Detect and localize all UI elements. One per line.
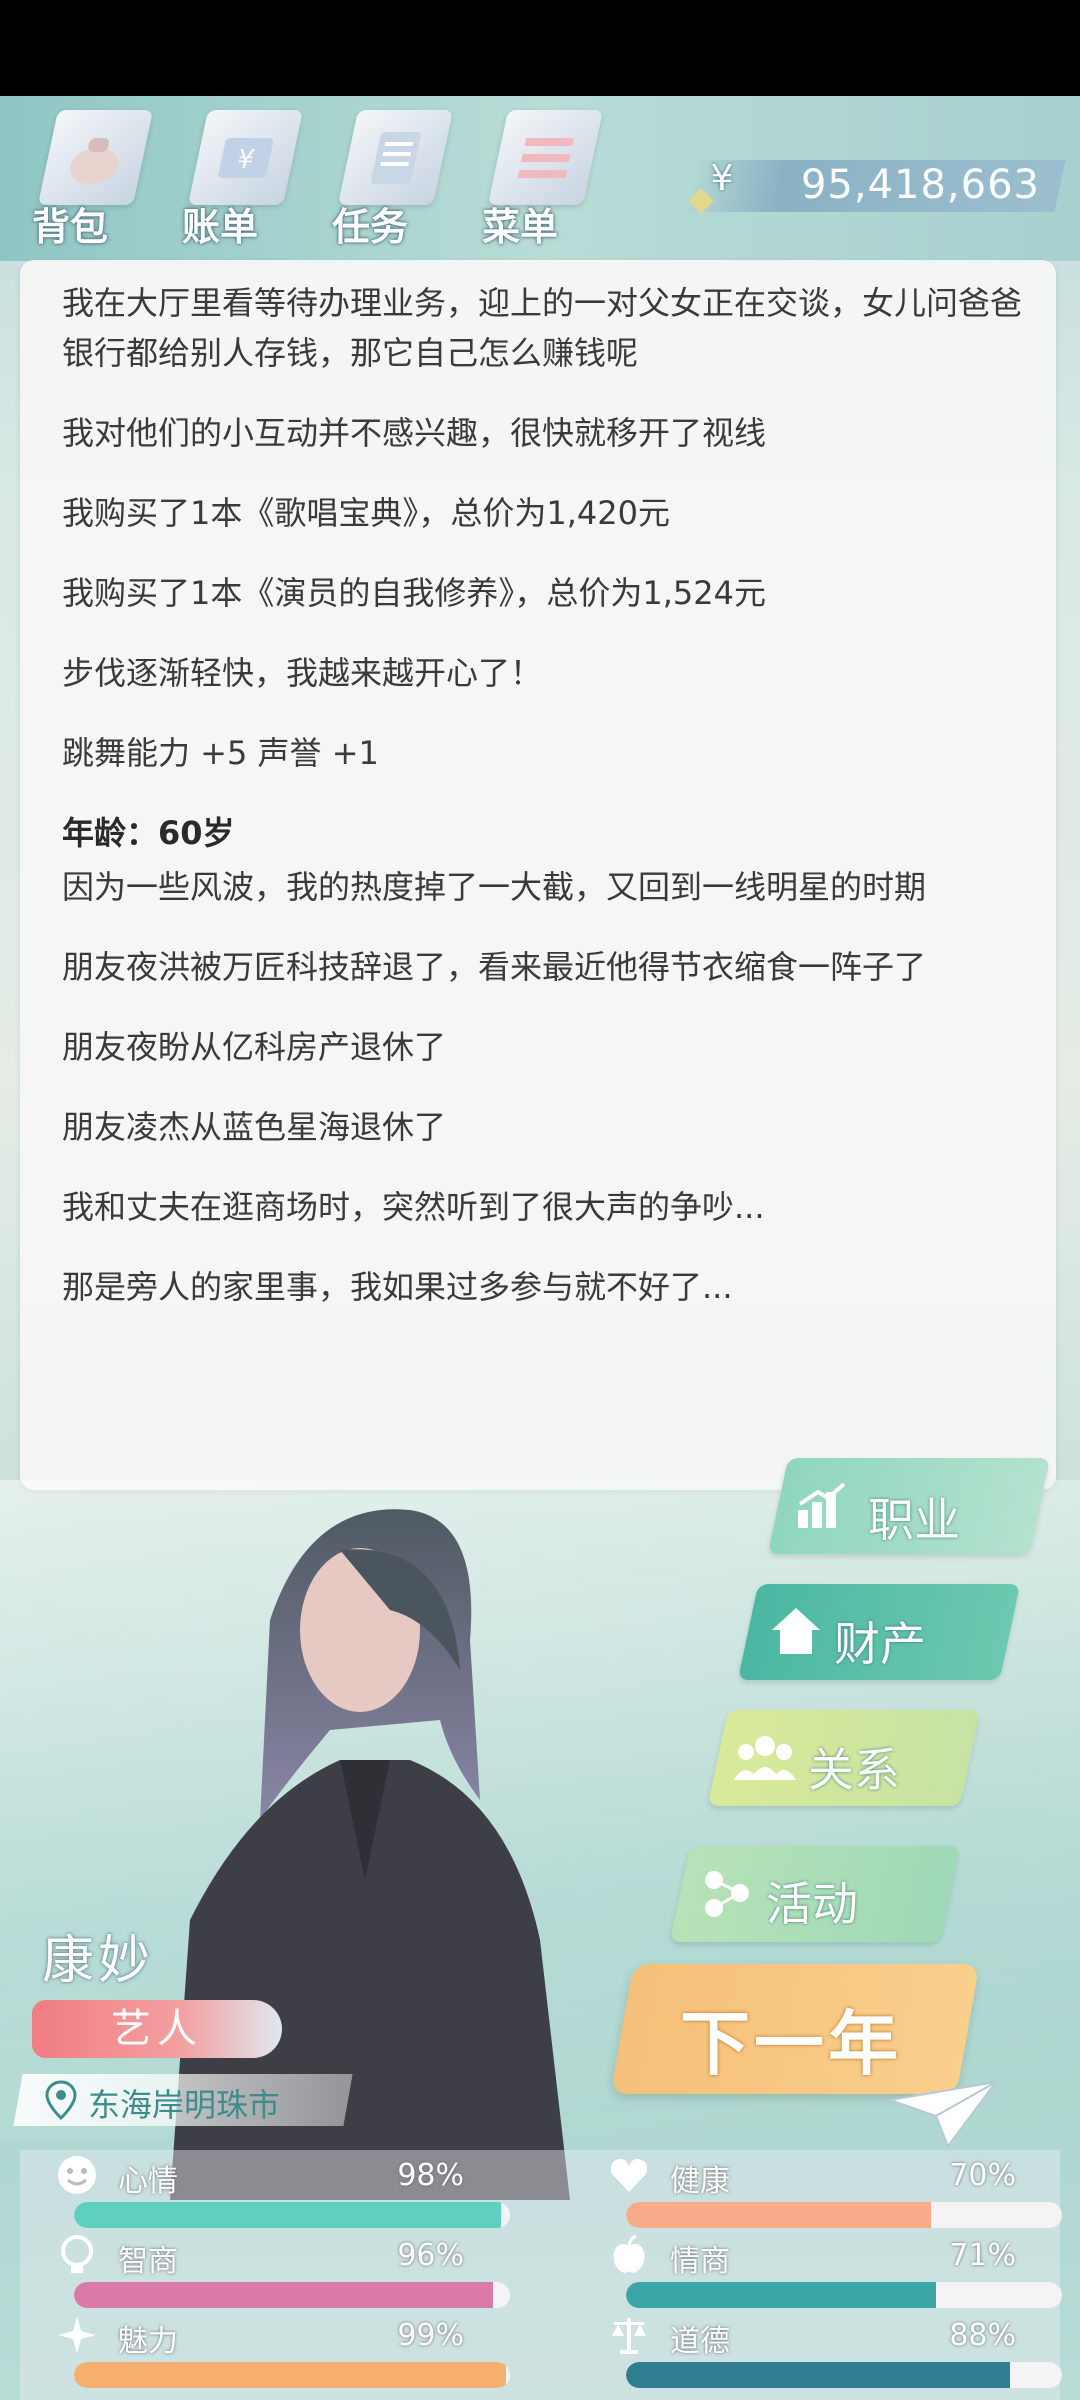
nav-task-label: 任务 (332, 205, 409, 249)
stat-morality-label: 道德 (670, 2324, 730, 2359)
log-entry: 朋友夜洪被万匠科技辞退了，看来最近他得节衣缩食一阵子了 (62, 948, 927, 986)
log-entry: 因为一些风波，我的热度掉了一大截，又回到一线明星的时期 (62, 868, 927, 906)
next-year-label: 下一年 (680, 2003, 902, 2085)
stat-eq-bar (626, 2282, 1062, 2308)
sparkle-icon (58, 2316, 96, 2354)
log-entry: 那是旁人的家里事，我如果过多参与就不好了... (62, 1268, 733, 1306)
location-pin-icon (44, 2080, 78, 2124)
stat-morality-fill (626, 2362, 1010, 2388)
stat-eq-fill (626, 2282, 936, 2308)
life-log-list: 我在大厅里看等待办理业务，迎上的一对父女正在交谈，女儿问爸爸银行都给别人存钱，那… (62, 284, 1022, 1342)
heart-icon (610, 2158, 648, 2192)
stat-morality-value: 88% (949, 2318, 1016, 2353)
life-log-panel[interactable]: 我在大厅里看等待办理业务，迎上的一对父女正在交谈，女儿问爸爸银行都给别人存钱，那… (20, 260, 1056, 1490)
bill-icon: ¥ (187, 110, 304, 205)
stat-health-label: 健康 (670, 2164, 730, 2199)
age-heading: 年龄：60岁 (62, 814, 235, 852)
house-icon (768, 1604, 824, 1662)
nav-bill-label: 账单 (182, 205, 259, 249)
career-label: 职业 (868, 1493, 960, 1547)
stat-iq-value: 96% (397, 2238, 464, 2273)
status-bar (0, 0, 1080, 96)
stat-mood-fill (74, 2202, 502, 2228)
stat-charm: 魅力 99% (38, 2314, 510, 2388)
people-icon (734, 1732, 796, 1786)
career-chart-icon (796, 1480, 848, 1534)
stat-charm-fill (74, 2362, 506, 2388)
stat-health-bar (626, 2202, 1062, 2228)
scale-icon (612, 2318, 646, 2354)
location-label: 东海岸明珠市 (88, 2086, 281, 2124)
log-entry: 我购买了1本《演员的自我修养》，总价为1,524元 (62, 574, 766, 612)
bulb-icon (61, 2235, 93, 2273)
nav-menu-label: 菜单 (482, 205, 559, 249)
stat-charm-bar (74, 2362, 510, 2388)
log-entry: 跳舞能力 +5 声誉 +1 (62, 734, 379, 772)
nav-bill-button[interactable]: ¥ 账单 (170, 100, 320, 250)
nav-bag-label: 背包 (32, 205, 109, 249)
yen-icon: ¥ (710, 158, 734, 199)
activity-label: 活动 (766, 1877, 858, 1931)
stat-iq-fill (74, 2282, 493, 2308)
smile-icon (58, 2156, 96, 2194)
task-icon (337, 110, 454, 205)
stat-mood: 心情 98% (38, 2154, 510, 2228)
log-entry: 朋友凌杰从蓝色星海退休了 (62, 1108, 447, 1146)
stat-charm-value: 99% (397, 2318, 464, 2353)
stat-morality: 道德 88% (590, 2314, 1062, 2388)
log-entry: 朋友夜盼从亿科房产退休了 (62, 1028, 447, 1066)
activity-icon (700, 1866, 754, 1924)
top-nav: 背包 ¥ 账单 任务 菜单 (20, 100, 620, 250)
stat-iq: 智商 96% (38, 2234, 510, 2308)
stat-eq: 情商 71% (590, 2234, 1062, 2308)
relations-label: 关系 (808, 1743, 900, 1797)
log-entry: 我购买了1本《歌唱宝典》，总价为1,420元 (62, 494, 670, 532)
stat-health-value: 70% (949, 2158, 1016, 2193)
stat-iq-bar (74, 2282, 510, 2308)
job-tag: 艺人 (32, 2000, 282, 2058)
property-label: 财产 (834, 1617, 926, 1671)
stat-mood-label: 心情 (118, 2164, 178, 2199)
stat-eq-label: 情商 (670, 2244, 730, 2279)
nav-bag-button[interactable]: 背包 (20, 100, 170, 250)
stat-mood-bar (74, 2202, 510, 2228)
menu-icon (487, 110, 604, 205)
stat-mood-value: 98% (397, 2158, 464, 2193)
stat-eq-value: 71% (949, 2238, 1016, 2273)
stat-charm-label: 魅力 (118, 2324, 178, 2359)
money-value: 95,418,663 (800, 162, 1040, 208)
stat-morality-bar (626, 2362, 1062, 2388)
apple-icon (613, 2234, 645, 2273)
stat-iq-label: 智商 (118, 2244, 178, 2279)
paper-plane-icon (888, 2080, 999, 2154)
stat-health-fill (626, 2202, 932, 2228)
bag-icon (37, 110, 154, 205)
log-entry: 步伐逐渐轻快，我越来越开心了！ (62, 654, 543, 692)
nav-menu-button[interactable]: 菜单 (470, 100, 620, 250)
stat-health: 健康 70% (590, 2154, 1062, 2228)
log-entry: 我和丈夫在逛商场时，突然听到了很大声的争吵... (62, 1188, 765, 1226)
log-entry: 我在大厅里看等待办理业务，迎上的一对父女正在交谈，女儿问爸爸银行都给别人存钱，那… (62, 284, 1023, 372)
character-name: 康妙 (42, 1931, 155, 1991)
nav-task-button[interactable]: 任务 (320, 100, 470, 250)
log-entry: 我对他们的小互动并不感兴趣，很快就移开了视线 (62, 414, 767, 452)
